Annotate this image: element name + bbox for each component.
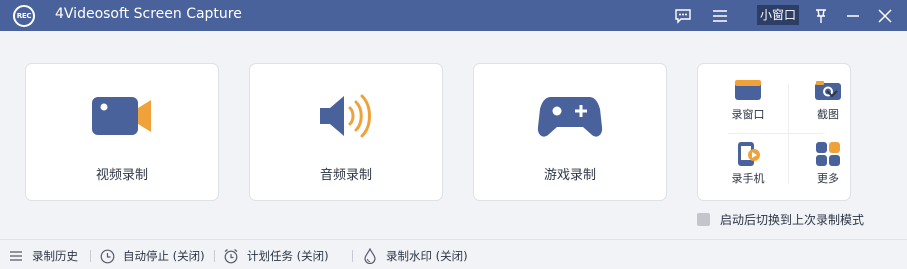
watermark-label: 录制水印 (关闭) — [386, 249, 468, 263]
audio-record-card[interactable]: 音频录制 — [249, 63, 443, 201]
switch-last-mode-checkbox[interactable] — [697, 212, 710, 226]
record-phone-tool[interactable]: 录手机 — [718, 140, 778, 190]
record-history-button[interactable]: 录制历史 — [8, 247, 78, 265]
app-title: 4Videosoft Screen Capture — [55, 6, 242, 22]
water-drop-icon — [362, 248, 378, 264]
app-logo: REC — [13, 5, 35, 27]
record-history-label: 录制历史 — [32, 249, 78, 263]
tools-divider-vertical — [788, 84, 789, 184]
record-phone-label: 录手机 — [731, 172, 765, 185]
more-label: 更多 — [817, 172, 839, 185]
bottom-separator — [90, 250, 91, 262]
close-icon[interactable] — [874, 5, 896, 27]
record-window-label: 录窗口 — [731, 108, 765, 121]
record-window-tool[interactable]: 录窗口 — [718, 76, 778, 126]
screenshot-label: 截图 — [817, 108, 839, 121]
switch-last-mode-option[interactable]: 启动后切换到上次录制模式 — [697, 210, 864, 228]
switch-last-mode-label: 启动后切换到上次录制模式 — [720, 212, 865, 227]
tools-panel: 录窗口 截图 录手机 更多 — [697, 63, 851, 201]
game-record-label: 游戏录制 — [543, 168, 596, 183]
list-icon — [8, 248, 24, 264]
bottom-separator — [352, 250, 353, 262]
bottom-toolbar: 录制历史 自动停止 (关闭) 计划任务 (关闭) 录制水印 (关闭) — [0, 239, 907, 269]
auto-stop-label: 自动停止 (关闭) — [123, 249, 205, 263]
title-bar: REC 4Videosoft Screen Capture 小窗口 — [0, 0, 907, 31]
grid-icon — [798, 140, 858, 168]
menu-icon[interactable] — [709, 5, 731, 27]
auto-stop-button[interactable]: 自动停止 (关闭) — [99, 247, 205, 265]
more-tool[interactable]: 更多 — [798, 140, 858, 190]
bottom-separator — [214, 250, 215, 262]
watermark-button[interactable]: 录制水印 (关闭) — [362, 247, 468, 265]
pin-icon[interactable] — [810, 5, 832, 27]
gamepad-icon — [474, 86, 666, 146]
mini-window-button[interactable]: 小窗口 — [757, 5, 800, 25]
schedule-task-label: 计划任务 (关闭) — [247, 249, 329, 263]
window-icon — [718, 76, 778, 104]
video-record-card[interactable]: 视频录制 — [25, 63, 219, 201]
feedback-icon[interactable] — [672, 5, 694, 27]
tools-divider-horizontal — [728, 133, 823, 134]
chevron-down-icon[interactable] — [823, 86, 841, 102]
game-record-card[interactable]: 游戏录制 — [473, 63, 667, 201]
audio-record-label: 音频录制 — [319, 168, 372, 183]
logo-text: REC — [16, 12, 32, 20]
schedule-task-button[interactable]: 计划任务 (关闭) — [223, 247, 329, 265]
phone-record-icon — [718, 140, 778, 168]
clock-icon — [99, 248, 115, 264]
video-record-label: 视频录制 — [95, 168, 148, 183]
minimize-icon[interactable] — [842, 5, 864, 27]
alarm-clock-icon — [223, 248, 239, 264]
video-camera-icon — [26, 86, 218, 146]
speaker-icon — [250, 86, 442, 146]
